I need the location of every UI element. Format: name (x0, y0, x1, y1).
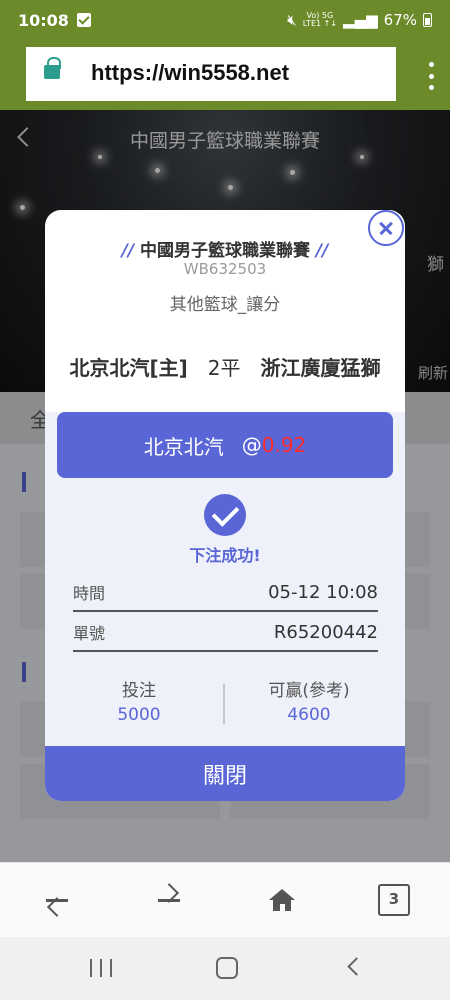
home-team: 北京北汽[主] (69, 356, 188, 380)
back-nav-icon[interactable] (347, 957, 366, 976)
league-prefix: // (121, 241, 135, 261)
win-value: 4600 (287, 705, 331, 725)
pick-at: @ (241, 433, 262, 457)
win-stat: 可贏(參考) 4600 (219, 676, 399, 725)
home-nav-icon[interactable] (216, 957, 238, 979)
league-name: 中國男子籃球職業聯賽 (140, 241, 310, 261)
modal-league-title: // 中國男子籃球職業聯賽 // (45, 236, 405, 261)
browser-url-bar: https://win5558.net (0, 40, 450, 110)
network-indicator: Vo) 5G LTE1 ↑↓ (303, 12, 337, 28)
back-arrow-icon[interactable] (46, 899, 68, 902)
win-label: 可贏(參考) (268, 681, 350, 701)
recents-icon[interactable] (90, 959, 112, 977)
status-indicators: 🔇︎ Vo) 5G LTE1 ↑↓ ▂▄▆ 67% (287, 11, 432, 29)
url-text[interactable]: https://win5558.net (91, 60, 289, 86)
close-icon[interactable] (368, 210, 404, 246)
battery-percent: 67% (383, 11, 417, 29)
battery-icon (423, 13, 432, 27)
tabs-count-button[interactable]: 3 (378, 884, 410, 916)
bet-confirmation-modal: // 中國男子籃球職業聯賽 // WB632503 其他籃球_讓分 北京北汽[主… (45, 210, 405, 801)
notification-check-icon (76, 13, 91, 27)
more-menu-icon[interactable] (428, 62, 434, 90)
browser-toolbar: 3 (0, 862, 450, 937)
stake-value: 5000 (117, 705, 161, 725)
bet-type: 其他籃球_讓分 (169, 295, 281, 315)
status-time: 10:08 (18, 10, 69, 30)
event-code: WB632503 (183, 260, 267, 278)
stake-stat: 投注 5000 (49, 676, 229, 725)
success-message: 下注成功! (189, 546, 261, 565)
home-icon[interactable] (269, 889, 295, 913)
close-button[interactable]: 關閉 (45, 746, 405, 801)
lock-icon[interactable] (44, 57, 61, 79)
bet-stats: 投注 5000 可贏(參考) 4600 (45, 670, 405, 730)
stake-label: 投注 (122, 681, 156, 701)
away-team: 浙江廣廈猛獅 (260, 356, 381, 380)
time-label: 時間 (73, 584, 106, 603)
check-circle-icon (204, 494, 246, 536)
mute-icon: 🔇︎ (287, 11, 297, 29)
ticket-row: 單號 R65200442 (73, 614, 378, 652)
time-value: 05-12 10:08 (268, 581, 378, 603)
forward-arrow-icon[interactable] (158, 899, 180, 902)
status-bar: 10:08 🔇︎ Vo) 5G LTE1 ↑↓ ▂▄▆ 67% (0, 0, 450, 40)
signal-icon: ▂▄▆ (343, 11, 378, 29)
ticket-value: R65200442 (273, 621, 378, 643)
system-nav-bar (0, 937, 450, 1000)
ticket-label: 單號 (73, 624, 106, 643)
pick-banner: 北京北汽 @0.92 (57, 412, 393, 478)
league-suffix: // (315, 241, 329, 261)
pick-odds: 0.92 (261, 433, 307, 457)
url-field[interactable]: https://win5558.net (26, 47, 396, 101)
network-bottom: LTE1 ↑↓ (302, 19, 338, 28)
handicap: 2平 (207, 356, 241, 380)
bet-details: 北京北汽 @0.92 下注成功! 時間 05-12 10:08 單號 R6520… (45, 412, 405, 801)
time-row: 時間 05-12 10:08 (73, 574, 378, 612)
match-line: 北京北汽[主] 2平 浙江廣廈猛獅 (45, 352, 405, 381)
pick-team: 北京北汽 (143, 434, 224, 459)
